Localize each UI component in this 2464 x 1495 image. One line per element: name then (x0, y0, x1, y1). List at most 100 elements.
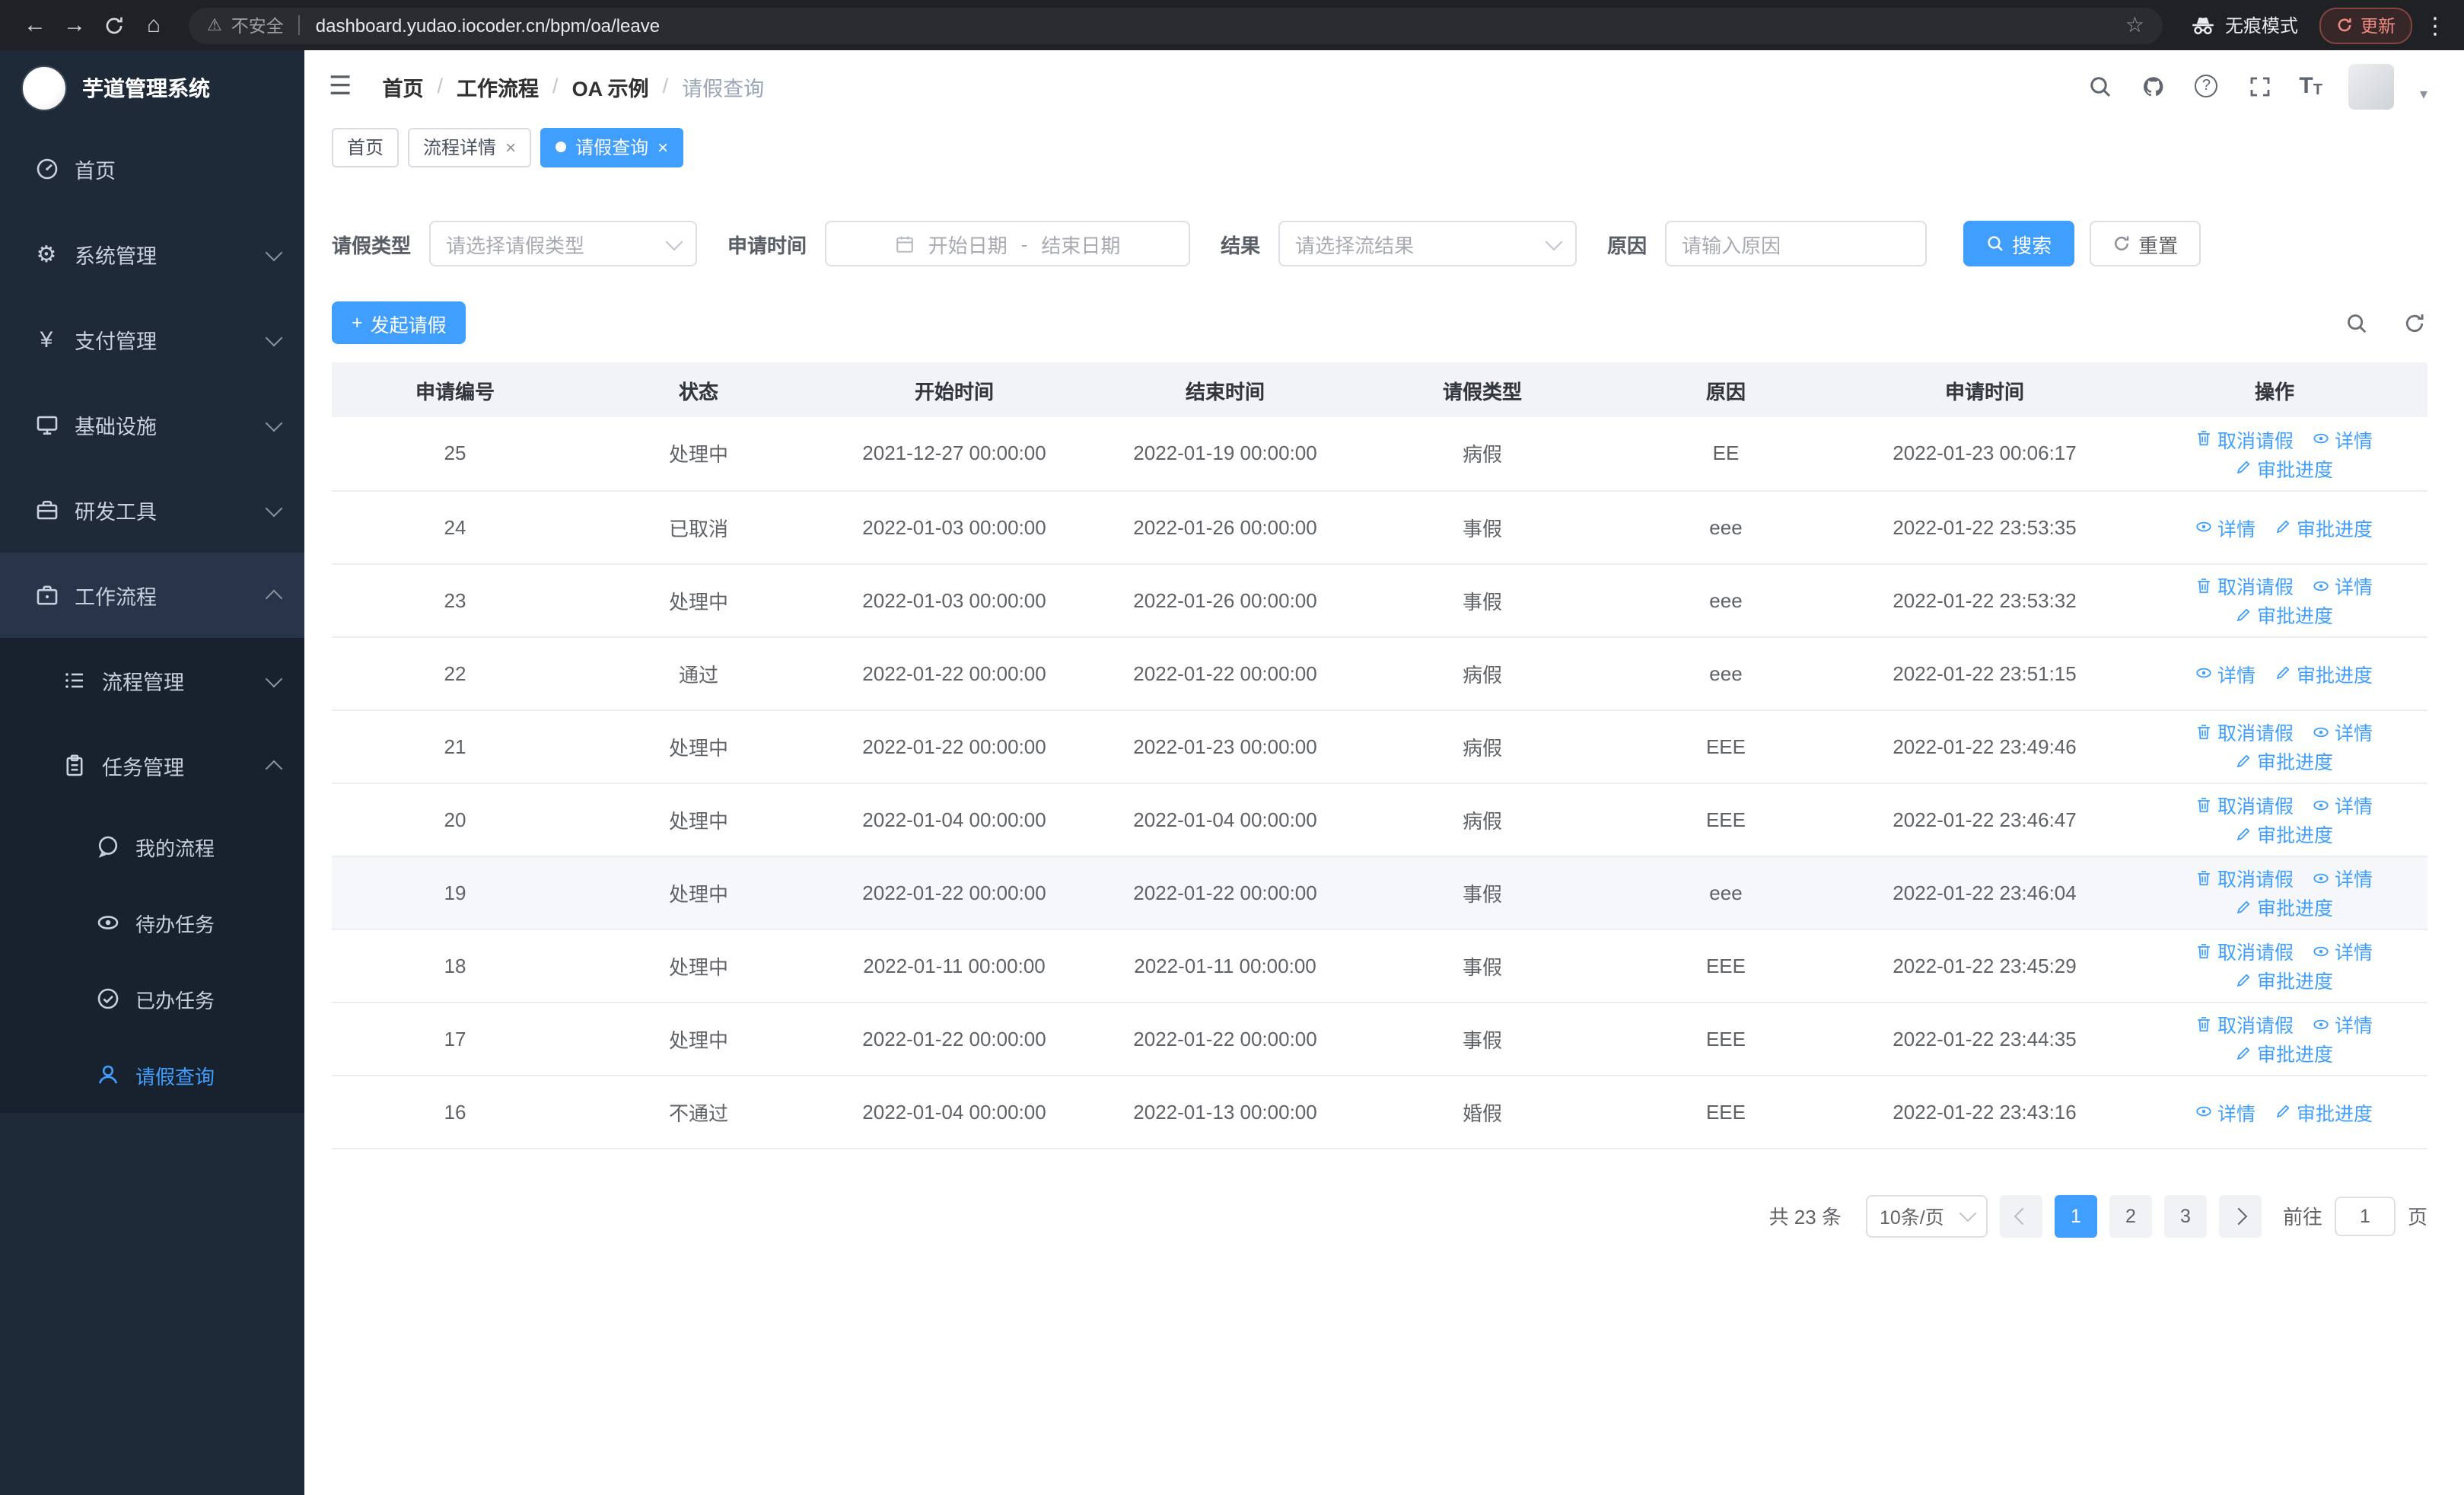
breadcrumb-oa-example[interactable]: OA 示例 (572, 71, 649, 101)
detail-link[interactable]: 详情 (2195, 512, 2255, 541)
home-icon[interactable]: ⌂ (134, 5, 173, 45)
user-menu-caret-icon[interactable]: ▾ (2420, 86, 2427, 103)
page-button-2[interactable]: 2 (2109, 1194, 2152, 1237)
detail-link[interactable]: 详情 (2312, 1009, 2373, 1038)
apply-time-label: 申请时间 (727, 234, 807, 257)
cell-status: 处理中 (578, 563, 819, 637)
sidebar-item-todo-tasks[interactable]: 待办任务 (0, 885, 304, 961)
user-icon (94, 1062, 120, 1088)
create-leave-button[interactable]: + 发起请假 (332, 301, 466, 344)
yen-icon: ¥ (40, 327, 53, 352)
approval-progress-link[interactable]: 审批进度 (2234, 600, 2333, 629)
table-header-row: 申请编号 状态 开始时间 结束时间 请假类型 原因 申请时间 操作 (332, 362, 2427, 417)
sidebar-item-workflow[interactable]: 工作流程 (0, 553, 304, 638)
tab-home[interactable]: 首页 (332, 127, 400, 167)
close-icon[interactable]: × (505, 138, 516, 156)
sidebar-item-process-mgmt[interactable]: 流程管理 (0, 638, 304, 723)
sidebar-item-my-process[interactable]: 我的流程 (0, 808, 304, 885)
goto-label: 前往 (2282, 1206, 2322, 1229)
user-avatar[interactable] (2348, 63, 2394, 109)
detail-link[interactable]: 详情 (2195, 658, 2255, 687)
cancel-leave-link[interactable]: 取消请假 (2195, 571, 2294, 600)
cancel-leave-link[interactable]: 取消请假 (2195, 790, 2294, 819)
cancel-leave-link[interactable]: 取消请假 (2195, 1009, 2294, 1038)
breadcrumb-workflow[interactable]: 工作流程 (457, 71, 539, 101)
url-bar[interactable]: ⚠ 不安全 dashboard.yudao.iocoder.cn/bpm/oa/… (189, 7, 2163, 43)
sidebar-item-label: 研发工具 (75, 501, 157, 524)
goto-page-input[interactable] (2334, 1196, 2396, 1235)
cancel-leave-link[interactable]: 取消请假 (2195, 717, 2294, 746)
approval-progress-link[interactable]: 审批进度 (2234, 892, 2333, 921)
search-toggle-icon[interactable] (2342, 309, 2370, 336)
plus-icon: + (352, 312, 363, 333)
forward-icon[interactable]: → (55, 5, 94, 45)
tab-leave-query[interactable]: 请假查询 × (540, 127, 684, 167)
tab-process-detail[interactable]: 流程详情 × (408, 127, 532, 167)
detail-link[interactable]: 详情 (2312, 863, 2373, 892)
cancel-leave-link-label: 取消请假 (2217, 942, 2294, 964)
result-select[interactable]: 请选择流结果 (1278, 221, 1577, 266)
approval-progress-link[interactable]: 审批进度 (2234, 965, 2333, 994)
sidebar-item-payment[interactable]: ¥ 支付管理 (0, 297, 304, 382)
approval-progress-link[interactable]: 审批进度 (2274, 512, 2373, 541)
collapse-menu-icon[interactable]: ☰ (329, 71, 352, 101)
cell-apply-time: 2022-01-22 23:51:15 (1848, 636, 2122, 710)
detail-link[interactable]: 详情 (2312, 425, 2373, 454)
sidebar-item-done-tasks[interactable]: 已办任务 (0, 961, 304, 1037)
eye-icon (2312, 722, 2330, 741)
search-icon[interactable] (2086, 72, 2113, 100)
placeholder: 请选择流结果 (1295, 234, 1415, 257)
detail-link[interactable]: 详情 (2312, 571, 2373, 600)
pen-icon (2274, 664, 2292, 682)
sidebar-item-devtools[interactable]: 研发工具 (0, 467, 304, 553)
browser-chrome: ← → ⌂ ⚠ 不安全 dashboard.yudao.iocoder.cn/b… (0, 0, 2464, 50)
reload-icon[interactable] (94, 5, 134, 45)
update-button[interactable]: 更新 (2319, 7, 2412, 43)
sidebar-item-infrastructure[interactable]: 基础设施 (0, 382, 304, 467)
detail-link-label: 详情 (2335, 869, 2373, 891)
security-warning-icon: ⚠ (207, 17, 222, 35)
table-row: 20 处理中 2022-01-04 00:00:00 2022-01-04 00:00… (332, 783, 2427, 856)
cell-leave-type: 病假 (1361, 709, 1604, 783)
sidebar-item-home[interactable]: 首页 (0, 126, 304, 212)
approval-progress-link[interactable]: 审批进度 (2274, 1097, 2373, 1126)
sidebar-item-task-mgmt[interactable]: 任务管理 (0, 723, 304, 808)
date-range-picker[interactable]: 开始日期 - 结束日期 (825, 221, 1191, 266)
font-size-icon[interactable]: TT (2299, 73, 2322, 99)
approval-progress-link[interactable]: 审批进度 (2234, 819, 2333, 848)
search-button[interactable]: 搜索 (1963, 221, 2075, 266)
cancel-leave-link[interactable]: 取消请假 (2195, 936, 2294, 965)
trash-icon (2195, 795, 2213, 814)
cancel-leave-link[interactable]: 取消请假 (2195, 425, 2294, 454)
breadcrumb-home[interactable]: 首页 (383, 71, 424, 101)
close-icon[interactable]: × (657, 138, 668, 156)
sidebar-item-leave-query[interactable]: 请假查询 (0, 1037, 304, 1113)
page-button-1[interactable]: 1 (2054, 1194, 2097, 1237)
pen-icon (2234, 824, 2252, 843)
reason-input[interactable]: 请输入原因 (1665, 221, 1928, 266)
bookmark-star-icon[interactable]: ☆ (2125, 12, 2144, 38)
cancel-leave-link[interactable]: 取消请假 (2195, 863, 2294, 892)
sidebar-item-system[interactable]: ⚙ 系统管理 (0, 212, 304, 297)
approval-progress-link[interactable]: 审批进度 (2234, 1038, 2333, 1067)
browser-menu-icon[interactable]: ⋮ (2421, 11, 2449, 39)
refresh-icon[interactable] (2400, 309, 2427, 336)
detail-link[interactable]: 详情 (2312, 717, 2373, 746)
detail-link[interactable]: 详情 (2195, 1097, 2255, 1126)
page-size-select[interactable]: 10条/页 (1865, 1194, 1988, 1237)
approval-progress-link[interactable]: 审批进度 (2274, 658, 2373, 687)
col-end-time: 结束时间 (1090, 362, 1361, 417)
approval-progress-link[interactable]: 审批进度 (2234, 454, 2333, 483)
back-icon[interactable]: ← (15, 5, 55, 45)
prev-page-button[interactable] (1999, 1194, 2042, 1237)
reset-button[interactable]: 重置 (2090, 221, 2201, 266)
fullscreen-icon[interactable] (2246, 72, 2273, 100)
detail-link[interactable]: 详情 (2312, 936, 2373, 965)
github-icon[interactable] (2139, 72, 2166, 100)
page-button-3[interactable]: 3 (2163, 1194, 2207, 1237)
help-icon[interactable]: ? (2192, 72, 2220, 100)
leave-type-select[interactable]: 请选择请假类型 (429, 221, 698, 266)
approval-progress-link[interactable]: 审批进度 (2234, 746, 2333, 775)
detail-link[interactable]: 详情 (2312, 790, 2373, 819)
next-page-button[interactable] (2218, 1194, 2262, 1237)
